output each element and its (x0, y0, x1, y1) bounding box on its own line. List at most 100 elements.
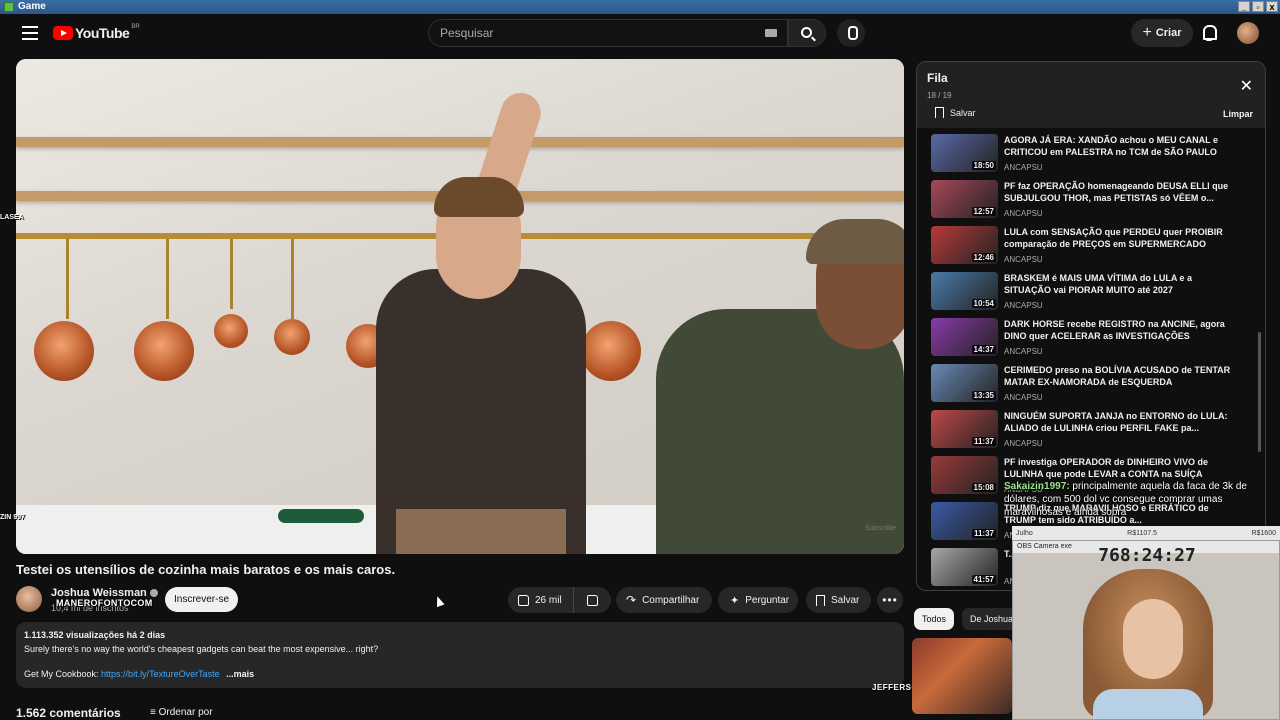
queue-item-title: DARK HORSE recebe REGISTRO na ANCINE, ag… (1004, 319, 1225, 341)
menu-icon[interactable] (22, 26, 38, 40)
queue-item-channel: ANCAPSU (1004, 301, 1043, 310)
host-person (376, 87, 596, 554)
like-count: 26 mil (535, 594, 562, 606)
hook (230, 239, 233, 309)
share-label: Compartilhar (642, 594, 700, 606)
save-label: Salvar (831, 594, 860, 606)
queue-clear-button[interactable]: Limpar (1223, 109, 1253, 119)
queue-header: Fila 18 / 19 ✕ Salvar Limpar (917, 62, 1265, 128)
sort-label: Ordenar por (158, 707, 213, 718)
recommended-video-thumbnail[interactable] (912, 638, 1012, 714)
queue-thumbnail: 10:54 (931, 272, 998, 310)
window-controls: _ ▫ x (1238, 1, 1278, 12)
create-label: Criar (1155, 27, 1182, 39)
video-duration: 12:57 (971, 207, 996, 216)
close-icon[interactable]: ✕ (1240, 76, 1253, 96)
stream-goal-bar: Julho R$1107.5 R$1600 (1012, 526, 1280, 540)
youtube-header: YouTube BR + Criar (0, 14, 1280, 54)
recommendation-chips: Todos De Joshua (914, 608, 1022, 630)
video-duration: 15:08 (971, 483, 996, 492)
logo-country: BR (131, 24, 140, 30)
description-line-cookbook: Get My Cookbook: https://bit.ly/TextureO… (24, 669, 896, 680)
search-input[interactable] (440, 26, 740, 40)
hook (66, 239, 69, 319)
queue-item-channel: ANCAPSU (1004, 393, 1043, 402)
video-duration: 13:35 (971, 391, 996, 400)
webcam-overlay: OBS Camera exe 768:24:27 (1012, 540, 1280, 720)
show-more-link[interactable]: ...mais (226, 669, 254, 679)
queue-thumbnail: 18:50 (931, 134, 998, 172)
subscribe-watermark: Subscribe (864, 525, 896, 532)
dislike-button[interactable] (574, 594, 611, 606)
sort-comments-button[interactable]: ≡ Ordenar por (150, 707, 213, 718)
video-duration: 14:37 (971, 345, 996, 354)
view-stats: 1.113.352 visualizações há 2 dias (24, 630, 166, 640)
search-button[interactable] (788, 19, 826, 47)
share-arrow-icon: ↷ (626, 593, 637, 607)
queue-item[interactable]: 14:37 DARK HORSE recebe REGISTRO na ANCIN… (931, 318, 1251, 362)
queue-item-title: PF faz OPERAÇÃO homenageando DEUSA ELLI … (1004, 181, 1229, 203)
account-avatar[interactable] (1237, 22, 1259, 44)
queue-save-button[interactable]: Salvar (935, 107, 976, 118)
game-icon (4, 2, 14, 12)
video-title: Testei os utensílios de cozinha mais bar… (16, 562, 396, 577)
queue-item[interactable]: 13:35 CERIMEDO preso na BOLÍVIA ACUSADO d… (931, 364, 1251, 408)
queue-item[interactable]: 10:54 BRASKEM é MAIS UMA VÍTIMA do LULA e… (931, 272, 1251, 316)
chat-username: Sakaizin1997: (1004, 481, 1070, 492)
chip-all[interactable]: Todos (914, 608, 955, 630)
channel-avatar[interactable] (16, 586, 42, 612)
description-line: Surely there's no way the world's cheape… (24, 644, 379, 654)
like-dislike-group: 26 mil (508, 587, 611, 613)
cookbook-link[interactable]: https://bit.ly/TextureOverTaste (101, 669, 220, 679)
close-window-button[interactable]: x (1266, 1, 1278, 12)
goal-label: Julho (1016, 529, 1033, 537)
thumbs-up-icon (518, 594, 529, 606)
bookmark-icon (816, 594, 825, 606)
create-button[interactable]: + Criar (1131, 19, 1193, 47)
video-duration: 10:54 (971, 299, 996, 308)
ask-button[interactable]: ✦ Perguntar (718, 587, 798, 613)
like-button[interactable]: 26 mil (508, 587, 574, 613)
window-title: Game (18, 1, 46, 12)
description-box[interactable]: 1.113.352 visualizações há 2 dias Surely… (16, 622, 904, 688)
copper-pan (134, 321, 194, 381)
queue-item[interactable]: 12:46 LULA com SENSAÇÃO que PERDEU quer P… (931, 226, 1251, 270)
queue-scrollbar[interactable] (1258, 332, 1261, 452)
webcam-person (1083, 569, 1213, 719)
more-actions-button[interactable]: ••• (877, 587, 903, 613)
search-icon (801, 27, 812, 38)
video-duration: 12:46 (971, 253, 996, 262)
chat-message-overlay: Sakaizin1997: principalmente aquela da f… (1004, 480, 1280, 519)
subscribe-button[interactable]: Inscrever-se (165, 587, 238, 612)
maximize-button[interactable]: ▫ (1252, 1, 1264, 12)
youtube-logo[interactable]: YouTube BR (53, 24, 140, 41)
minimize-button[interactable]: _ (1238, 1, 1250, 12)
video-duration: 11:37 (971, 437, 996, 446)
queue-item[interactable]: 18:50 AGORA JÁ ERA: XANDÃO achou o MEU CA… (931, 134, 1251, 178)
video-duration: 18:50 (971, 161, 996, 170)
guest-person (656, 179, 904, 554)
goal-current: R$1107.5 (1127, 529, 1158, 537)
queue-item-channel: ANCAPSU (1004, 255, 1043, 264)
queue-item[interactable]: 11:37 NINGUÉM SUPORTA JANJA no ENTORNO do… (931, 410, 1251, 454)
youtube-play-icon (53, 26, 73, 40)
queue-item-title: CERIMEDO preso na BOLÍVIA ACUSADO de TEN… (1004, 365, 1231, 387)
sparkle-icon: ✦ (730, 594, 740, 607)
queue-item[interactable]: 12:57 PF faz OPERAÇÃO homenageando DEUSA … (931, 180, 1251, 224)
notifications-bell-icon[interactable] (1201, 24, 1217, 42)
copper-pan (34, 321, 94, 381)
save-button[interactable]: Salvar (806, 587, 871, 613)
window-titlebar: Game _ ▫ x (0, 0, 1280, 14)
keyboard-icon[interactable] (765, 29, 777, 37)
goal-target: R$1600 (1251, 529, 1276, 537)
stream-overlay-text: MANEROFONTOCOM (56, 598, 153, 608)
share-button[interactable]: ↷ Compartilhar (616, 587, 712, 613)
logo-text: YouTube (75, 25, 130, 41)
video-duration: 41:57 (971, 575, 996, 584)
voice-search-icon[interactable] (837, 19, 865, 47)
queue-item-title: BRASKEM é MAIS UMA VÍTIMA do LULA e a SI… (1004, 273, 1193, 295)
ask-label: Perguntar (745, 594, 790, 606)
mouse-cursor-icon (433, 594, 445, 608)
video-player[interactable]: Subscribe (16, 59, 904, 554)
queue-item-title: NINGUÉM SUPORTA JANJA no ENTORNO do LULA… (1004, 411, 1228, 433)
